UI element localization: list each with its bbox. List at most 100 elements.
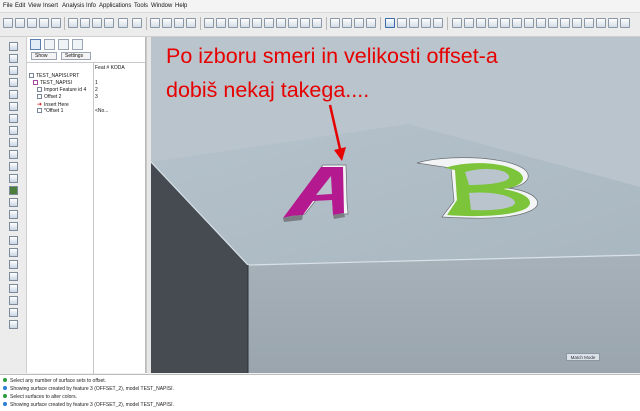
menu-window[interactable]: Window	[151, 3, 172, 9]
revolve-icon[interactable]	[548, 18, 558, 28]
favorites-tab-icon[interactable]	[58, 39, 69, 50]
analysis-tool-icon[interactable]	[524, 18, 534, 28]
toroidal-bend-icon[interactable]	[9, 296, 18, 305]
wrap-icon[interactable]	[9, 210, 18, 219]
solidify-icon[interactable]	[9, 186, 18, 195]
blend-icon[interactable]	[572, 18, 582, 28]
spin-center-icon[interactable]	[216, 18, 226, 28]
zoom-out-icon[interactable]	[252, 18, 262, 28]
datum-plane-tool-icon[interactable]	[464, 18, 474, 28]
draft-icon[interactable]	[9, 78, 18, 87]
cut-icon[interactable]	[68, 18, 78, 28]
new-file-icon[interactable]	[3, 18, 13, 28]
folder-browser-tab-icon[interactable]	[44, 39, 55, 50]
tree-item[interactable]: TEST_NAPISI.PRT	[29, 73, 79, 79]
select-box-icon[interactable]	[162, 18, 172, 28]
connections-tab-icon[interactable]	[72, 39, 83, 50]
show-button[interactable]: Show	[31, 52, 57, 60]
warp-icon[interactable]	[596, 18, 606, 28]
tree-item-label: TEST_NAPISI	[40, 80, 72, 86]
settings-button[interactable]: Settings	[61, 52, 91, 60]
thicken-icon[interactable]	[9, 150, 18, 159]
pattern-icon[interactable]	[9, 114, 18, 123]
menu-applications[interactable]: Applications	[99, 3, 131, 9]
flatten-icon[interactable]	[9, 284, 18, 293]
axis-tool-icon[interactable]	[476, 18, 486, 28]
round-icon[interactable]	[9, 90, 18, 99]
menu-info[interactable]: Info	[86, 3, 96, 9]
hidden-line-icon[interactable]	[342, 18, 352, 28]
datum-points-icon[interactable]	[409, 18, 419, 28]
print-icon[interactable]	[39, 18, 49, 28]
paste-special-icon[interactable]	[104, 18, 114, 28]
tree-item[interactable]: Import Feature id 4	[37, 87, 86, 93]
menu-insert[interactable]: Insert	[43, 3, 58, 9]
surface-icon[interactable]	[9, 222, 18, 231]
merge-icon[interactable]	[608, 18, 618, 28]
no-hidden-icon[interactable]	[354, 18, 364, 28]
style-icon[interactable]	[584, 18, 594, 28]
email-icon[interactable]	[51, 18, 61, 28]
annotations-icon[interactable]	[433, 18, 443, 28]
view-manager-icon[interactable]	[312, 18, 322, 28]
shading-icon[interactable]	[366, 18, 376, 28]
menu-help[interactable]: Help	[175, 3, 187, 9]
offset-icon[interactable]	[9, 138, 18, 147]
zoom-in-icon[interactable]	[240, 18, 250, 28]
save-icon[interactable]	[27, 18, 37, 28]
column-divider[interactable]	[93, 63, 94, 374]
rib-icon[interactable]	[9, 66, 18, 75]
wireframe-icon[interactable]	[330, 18, 340, 28]
variable-section-icon[interactable]	[9, 248, 18, 257]
intersect-icon[interactable]	[9, 162, 18, 171]
repaint-icon[interactable]	[204, 18, 214, 28]
project-icon[interactable]	[9, 198, 18, 207]
freeform-icon[interactable]	[9, 320, 18, 329]
sweep-icon[interactable]	[560, 18, 570, 28]
chamfer-icon[interactable]	[9, 102, 18, 111]
fill-icon[interactable]	[9, 260, 18, 269]
menu-view[interactable]: View	[28, 3, 41, 9]
boundary-blend-icon[interactable]	[9, 236, 18, 245]
hole-icon[interactable]	[9, 42, 18, 51]
menu-tools[interactable]: Tools	[134, 3, 148, 9]
redo-icon[interactable]	[132, 18, 142, 28]
undo-icon[interactable]	[118, 18, 128, 28]
filter-icon[interactable]	[174, 18, 184, 28]
datum-axes-icon[interactable]	[397, 18, 407, 28]
graphics-viewport[interactable]: Po izboru smeri in velikosti offset-a do…	[151, 37, 640, 373]
open-file-icon[interactable]	[15, 18, 25, 28]
extrude-icon[interactable]	[536, 18, 546, 28]
column-header[interactable]: Feat # KODA	[95, 65, 125, 71]
mirror-icon[interactable]	[9, 126, 18, 135]
point-tool-icon[interactable]	[500, 18, 510, 28]
paste-icon[interactable]	[92, 18, 102, 28]
sketch-tool-icon[interactable]	[452, 18, 462, 28]
menu-edit[interactable]: Edit	[15, 3, 25, 9]
refit-icon[interactable]	[264, 18, 274, 28]
tree-item[interactable]: Offset 2	[37, 94, 61, 100]
datum-planes-icon[interactable]	[385, 18, 395, 28]
orient-mode-icon[interactable]	[228, 18, 238, 28]
copy-icon[interactable]	[80, 18, 90, 28]
menu-analysis[interactable]: Analysis	[62, 3, 84, 9]
spinal-bend-icon[interactable]	[9, 308, 18, 317]
tree-item[interactable]: TEST_NAPISI	[33, 80, 72, 86]
curve-tool-icon[interactable]	[488, 18, 498, 28]
saved-views-icon[interactable]	[288, 18, 298, 28]
csys-tool-icon[interactable]	[512, 18, 522, 28]
reorient-icon[interactable]	[276, 18, 286, 28]
menu-file[interactable]: File	[3, 3, 13, 9]
regenerate-icon[interactable]	[186, 18, 196, 28]
trim-icon[interactable]	[620, 18, 630, 28]
tree-item[interactable]: ➜ Insert Here	[37, 101, 69, 108]
coordinate-systems-icon[interactable]	[421, 18, 431, 28]
extend-icon[interactable]	[9, 174, 18, 183]
copy-surface-icon[interactable]	[9, 272, 18, 281]
toolbar-separator	[447, 17, 448, 30]
find-icon[interactable]	[150, 18, 160, 28]
tree-item[interactable]: *Offset 1	[37, 108, 63, 114]
shell-icon[interactable]	[9, 54, 18, 63]
layers-icon[interactable]	[300, 18, 310, 28]
model-tree-tab-icon[interactable]	[30, 39, 41, 50]
